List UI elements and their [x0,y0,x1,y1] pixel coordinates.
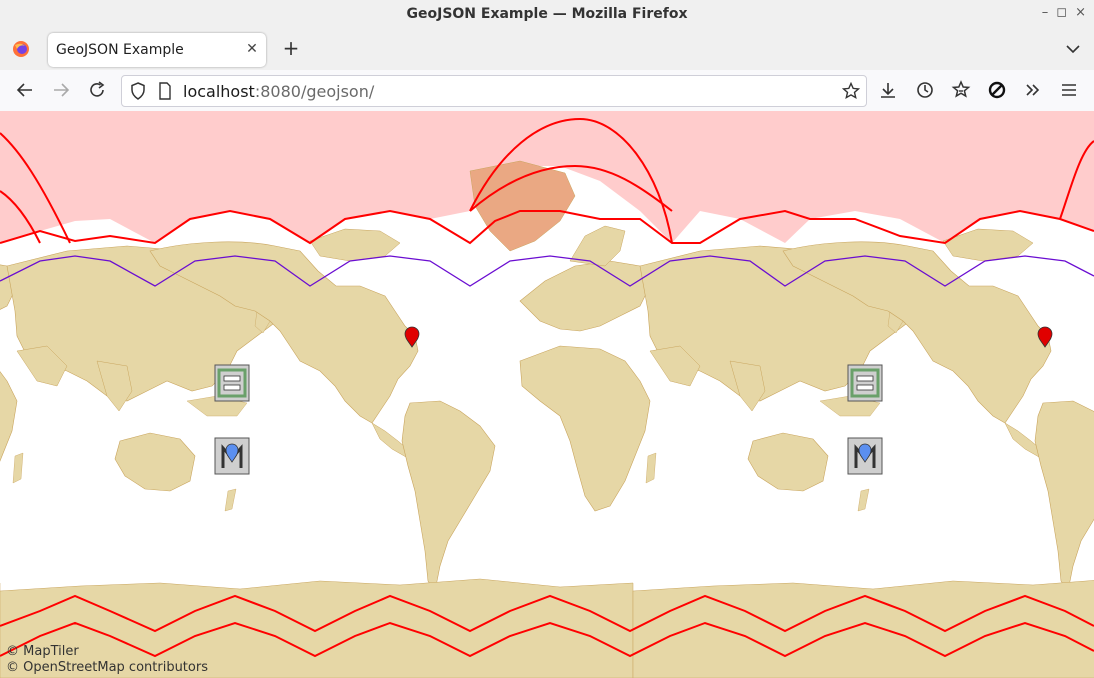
url-host: localhost [183,82,255,101]
downloads-icon[interactable] [878,80,898,100]
tab-geojson-example[interactable]: GeoJSON Example ✕ [48,33,266,67]
tab-label: GeoJSON Example [56,42,184,58]
history-icon[interactable] [915,80,935,100]
new-tab-button[interactable]: + [281,38,301,58]
map-viewport[interactable]: © MapTiler © OpenStreetMap contributors [0,111,1094,678]
back-arrow-icon[interactable] [15,80,35,100]
browser-window: GeoJSON Example — Mozilla Firefox – ◻ × … [0,0,1094,678]
navigation-bar: localhost:8080/geojson/ [0,70,1094,112]
attribution-maptiler[interactable]: © MapTiler [6,644,208,660]
reload-icon[interactable] [87,80,107,100]
firefox-logo-icon [13,41,29,57]
window-controls: – ◻ × [1042,5,1086,20]
tab-list-chevron-icon[interactable] [1064,40,1082,58]
title-bar: GeoJSON Example — Mozilla Firefox – ◻ × [0,0,1094,28]
close-window-icon[interactable]: × [1075,5,1086,20]
url-text[interactable]: localhost:8080/geojson/ [183,82,374,101]
url-path: :8080/geojson/ [254,82,375,101]
window-title: GeoJSON Example — Mozilla Firefox [406,6,688,22]
page-icon [159,82,171,100]
tab-bar: GeoJSON Example ✕ [0,28,1094,70]
hamburger-menu-icon[interactable] [1059,80,1079,100]
extensions-icon[interactable] [951,80,971,100]
forward-arrow-icon[interactable] [51,80,71,100]
url-bar[interactable]: localhost:8080/geojson/ [121,75,867,107]
overflow-chevron-icon[interactable] [1023,80,1043,100]
green-box-icon-marker[interactable] [214,364,250,402]
minimize-icon[interactable]: – [1042,5,1049,20]
bookmark-star-icon[interactable] [842,82,860,100]
blue-pin-icon-marker[interactable] [847,437,883,475]
green-box-icon-marker[interactable] [847,364,883,402]
close-tab-icon[interactable]: ✕ [244,41,260,57]
attribution-osm[interactable]: © OpenStreetMap contributors [6,660,208,676]
maximize-icon[interactable]: ◻ [1056,5,1067,20]
block-icon[interactable] [987,80,1007,100]
tracking-shield-icon[interactable] [130,82,146,100]
map-canvas[interactable] [0,111,1094,678]
map-attribution: © MapTiler © OpenStreetMap contributors [6,644,208,676]
blue-pin-icon-marker[interactable] [214,437,250,475]
